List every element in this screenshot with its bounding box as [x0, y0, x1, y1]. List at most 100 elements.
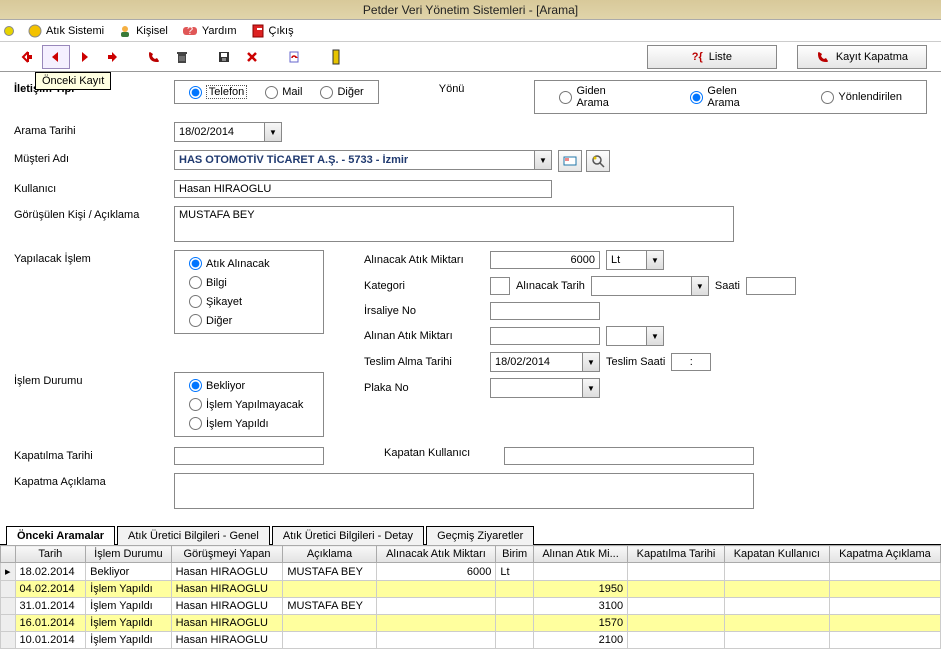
- grid-cell[interactable]: 31.01.2014: [15, 598, 86, 615]
- dropdown-icon[interactable]: ▼: [582, 352, 600, 372]
- grid-cell[interactable]: İşlem Yapıldı: [86, 615, 171, 632]
- dropdown-icon[interactable]: ▼: [264, 122, 282, 142]
- teslim-tarih-field[interactable]: ▼: [490, 352, 600, 372]
- grid-header[interactable]: Açıklama: [283, 546, 376, 563]
- grid-cell[interactable]: [628, 563, 725, 581]
- grid-cell[interactable]: Hasan HIRAOGLU: [171, 581, 283, 598]
- arama-tarihi-field[interactable]: ▼: [174, 122, 282, 142]
- menu-atik-sistemi[interactable]: Atık Sistemi: [22, 22, 110, 40]
- unit-input[interactable]: [606, 250, 646, 270]
- grid-cell[interactable]: [533, 563, 627, 581]
- grid-header[interactable]: İşlem Durumu: [86, 546, 171, 563]
- grid-cell[interactable]: [628, 581, 725, 598]
- list-button[interactable]: ?{ Liste: [647, 45, 777, 69]
- grid-header-selector[interactable]: [1, 546, 16, 563]
- dropdown-icon[interactable]: ▼: [646, 250, 664, 270]
- tab-detay[interactable]: Atık Üretici Bilgileri - Detay: [272, 526, 424, 545]
- grid-cell[interactable]: [829, 615, 940, 632]
- grid-header[interactable]: Alınan Atık Mi...: [533, 546, 627, 563]
- tab-onceki-aramalar[interactable]: Önceki Aramalar: [6, 526, 115, 545]
- dropdown-icon[interactable]: ▼: [646, 326, 664, 346]
- grid-cell[interactable]: [1, 615, 16, 632]
- grid-cell[interactable]: 1950: [533, 581, 627, 598]
- first-record-button[interactable]: [14, 45, 42, 69]
- radio-bekliyor[interactable]: Bekliyor: [189, 379, 309, 392]
- radio-telefon[interactable]: Telefon: [189, 85, 247, 99]
- grid-cell[interactable]: Bekliyor: [86, 563, 171, 581]
- saat-input[interactable]: [746, 277, 796, 295]
- date-input[interactable]: [591, 276, 691, 296]
- date-input[interactable]: [174, 122, 264, 142]
- grid-cell[interactable]: [829, 598, 940, 615]
- grid-cell[interactable]: 04.02.2014: [15, 581, 86, 598]
- alinan-birim-field[interactable]: ▼: [606, 326, 664, 346]
- grid-cell[interactable]: [1, 598, 16, 615]
- grid-cell[interactable]: [724, 615, 829, 632]
- dropdown-icon[interactable]: ▼: [691, 276, 709, 296]
- grid-header[interactable]: Birim: [496, 546, 534, 563]
- grid-header[interactable]: Tarih: [15, 546, 86, 563]
- unit-input[interactable]: [606, 326, 646, 346]
- grid-cell[interactable]: 6000: [376, 563, 496, 581]
- grid-cell[interactable]: [724, 581, 829, 598]
- grid-cell[interactable]: Hasan HIRAOGLU: [171, 563, 283, 581]
- grid-cell[interactable]: ▸: [1, 563, 16, 581]
- cancel-button[interactable]: [238, 45, 266, 69]
- menu-cikis[interactable]: Çıkış: [245, 22, 300, 40]
- radio-yapilmayacak[interactable]: İşlem Yapılmayacak: [189, 398, 309, 411]
- grid-cell[interactable]: [628, 598, 725, 615]
- phone-button[interactable]: [140, 45, 168, 69]
- radio-yonlendirilen[interactable]: Yönlendirilen: [821, 91, 902, 104]
- grid-cell[interactable]: [496, 581, 534, 598]
- grid-header[interactable]: Kapatma Açıklama: [829, 546, 940, 563]
- grid-cell[interactable]: Lt: [496, 563, 534, 581]
- customer-input[interactable]: [174, 150, 534, 170]
- radio-diger2[interactable]: Diğer: [189, 314, 309, 327]
- tab-genel[interactable]: Atık Üretici Bilgileri - Genel: [117, 526, 270, 545]
- grid-cell[interactable]: 18.02.2014: [15, 563, 86, 581]
- birim-field[interactable]: ▼: [606, 250, 664, 270]
- plaka-field[interactable]: ▼: [490, 378, 600, 398]
- radio-diger[interactable]: Diğer: [320, 86, 363, 99]
- grid-cell[interactable]: MUSTAFA BEY: [283, 598, 376, 615]
- menu-kisisel[interactable]: Kişisel: [112, 22, 174, 40]
- grid-cell[interactable]: [724, 563, 829, 581]
- history-grid[interactable]: Tarih İşlem Durumu Görüşmeyi Yapan Açıkl…: [0, 545, 941, 649]
- grid-cell[interactable]: [283, 581, 376, 598]
- irsaliye-input[interactable]: [490, 302, 600, 320]
- grid-cell[interactable]: [376, 632, 496, 649]
- grid-cell[interactable]: [829, 632, 940, 649]
- prev-record-button[interactable]: Önceki Kayıt: [42, 45, 70, 69]
- table-row[interactable]: 31.01.2014İşlem YapıldıHasan HIRAOGLUMUS…: [1, 598, 941, 615]
- grid-cell[interactable]: [376, 598, 496, 615]
- grid-cell[interactable]: [829, 563, 940, 581]
- grid-cell[interactable]: [1, 581, 16, 598]
- teslim-saat-input[interactable]: [671, 353, 711, 371]
- gorusulen-textarea[interactable]: [174, 206, 734, 242]
- grid-header[interactable]: Görüşmeyi Yapan: [171, 546, 283, 563]
- kapatan-kullanici-input[interactable]: [504, 447, 754, 465]
- last-record-button[interactable]: [98, 45, 126, 69]
- plaka-input[interactable]: [490, 378, 582, 398]
- refresh-button[interactable]: [280, 45, 308, 69]
- grid-cell[interactable]: 3100: [533, 598, 627, 615]
- grid-cell[interactable]: 2100: [533, 632, 627, 649]
- grid-cell[interactable]: [496, 615, 534, 632]
- grid-cell[interactable]: [376, 581, 496, 598]
- customer-search-button[interactable]: [586, 150, 610, 172]
- grid-header[interactable]: Kapatılma Tarihi: [628, 546, 725, 563]
- radio-gelen[interactable]: Gelen Arama: [690, 85, 771, 109]
- grid-header[interactable]: Kapatan Kullanıcı: [724, 546, 829, 563]
- radio-bilgi[interactable]: Bilgi: [189, 276, 309, 289]
- radio-atik-alinacak[interactable]: Atık Alınacak: [189, 257, 309, 270]
- kategori-input[interactable]: [490, 277, 510, 295]
- table-row[interactable]: 04.02.2014İşlem YapıldıHasan HIRAOGLU 195…: [1, 581, 941, 598]
- grid-cell[interactable]: [628, 615, 725, 632]
- grid-cell[interactable]: [628, 632, 725, 649]
- menu-yardim[interactable]: ? Yardım: [176, 22, 243, 40]
- next-record-button[interactable]: [70, 45, 98, 69]
- grid-cell[interactable]: [724, 598, 829, 615]
- tab-ziyaretler[interactable]: Geçmiş Ziyaretler: [426, 526, 534, 545]
- grid-cell[interactable]: İşlem Yapıldı: [86, 581, 171, 598]
- radio-giden[interactable]: Giden Arama: [559, 85, 640, 109]
